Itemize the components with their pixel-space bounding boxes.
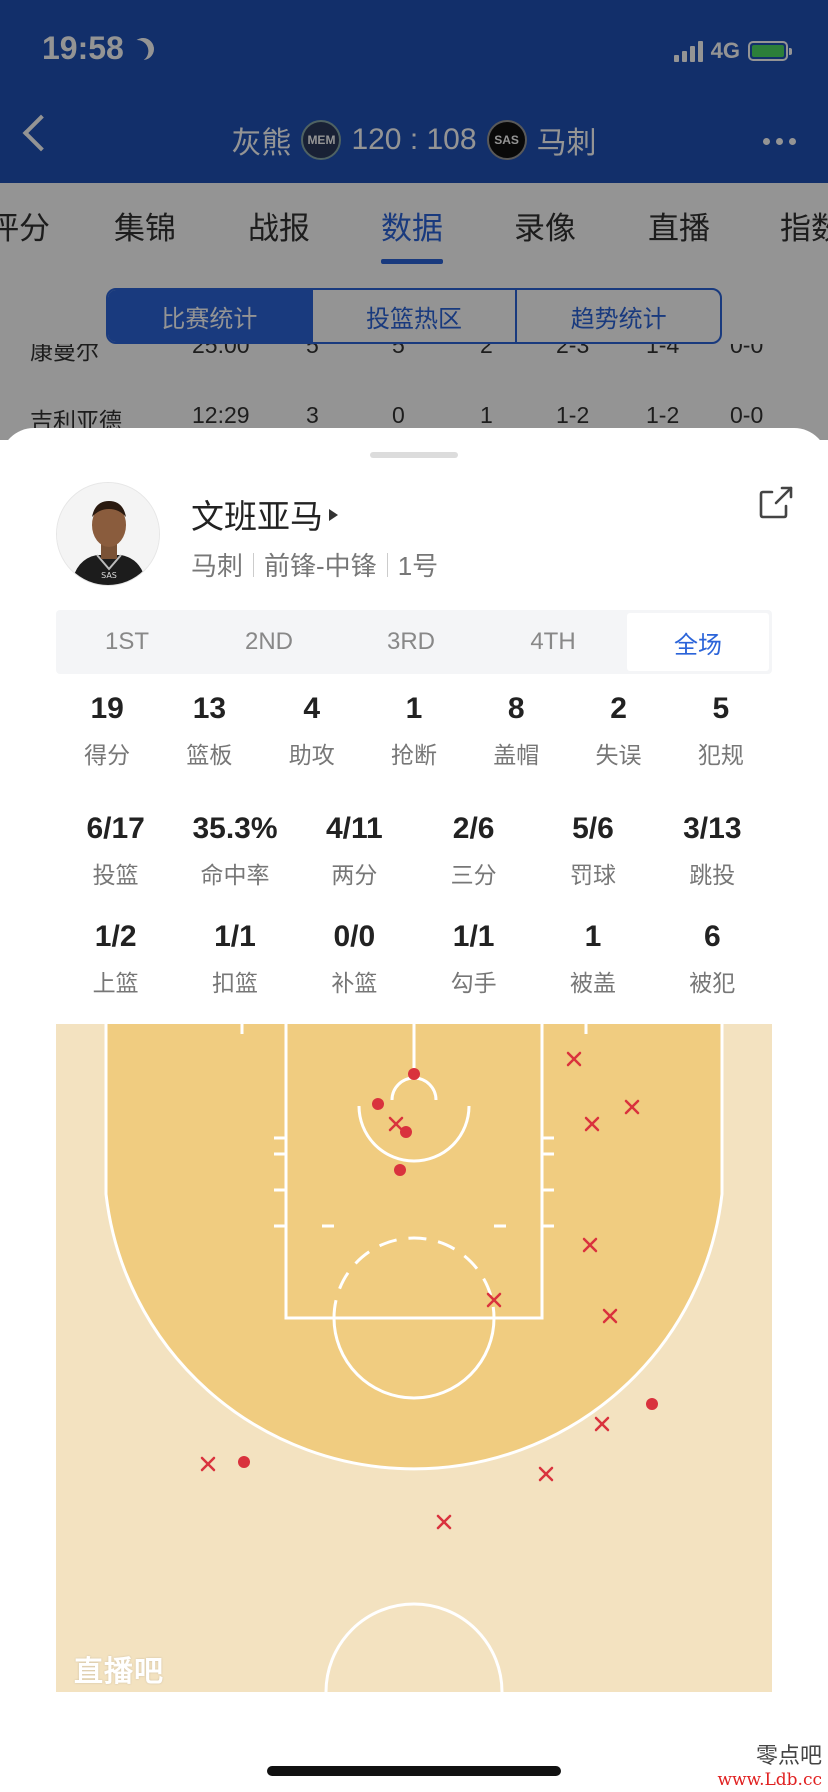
site-watermark: 零点吧 www.Ldb.cc [717,1738,822,1790]
stat-label: 投篮 [92,862,139,888]
stat-value: 1/2 [94,920,137,953]
stat-fg: 6/17 投篮 [56,812,175,890]
stat-label: 被盖 [569,970,616,996]
stat-value: 6 [703,920,721,953]
stat-label: 跳投 [689,862,736,888]
shot-chart-court [56,1024,772,1692]
period-2nd[interactable]: 2ND [198,610,340,674]
player-photo-icon: SAS [57,483,159,585]
period-3rd[interactable]: 3RD [340,610,482,674]
svg-text:SAS: SAS [101,571,117,580]
stat-label: 篮板 [186,742,233,768]
stat-label: 失误 [595,742,642,768]
player-team: 马刺 [191,551,244,581]
stat-label: 助攻 [288,742,335,768]
player-avatar: SAS [56,482,160,586]
background-app: 19:58 4G 灰熊 MEM 120 : 108 SAS 马刺 评分 集锦 战… [0,0,828,440]
stat-value: 19 [90,692,124,725]
stat-value: 1 [405,692,423,725]
stat-value: 35.3% [192,812,278,845]
divider [386,552,388,577]
stat-value: 1 [584,920,602,953]
stat-value: 0/0 [333,920,376,953]
stats-row-main: 19 得分 13 篮板 4 助攻 1 抢断 8 盖帽 2 失误 5 犯规 [56,692,772,770]
stat-dunk: 1/1 扣篮 [175,920,294,998]
stat-hook: 1/1 勾手 [414,920,533,998]
stat-points: 19 得分 [56,692,158,770]
caret-right-icon [329,509,338,521]
stat-steals: 1 抢断 [363,692,465,770]
stat-label: 抢断 [390,742,437,768]
player-number: 1号 [397,551,439,581]
made-shot [400,1126,412,1138]
stat-label: 勾手 [450,970,497,996]
made-shot [372,1098,384,1110]
stat-value: 2/6 [452,812,495,845]
stat-value: 5 [712,692,730,725]
stat-label: 得分 [84,742,131,768]
made-shot [238,1456,250,1468]
stat-putback: 0/0 补篮 [295,920,414,998]
stat-turnovers: 2 失误 [567,692,669,770]
period-full-game[interactable]: 全场 [627,613,769,671]
stats-row-shooting: 6/17 投篮 35.3% 命中率 4/11 两分 2/6 三分 5/6 罚球 3/13 跳… [56,812,772,890]
stats-row-shot-types: 1/2 上篮 1/1 扣篮 0/0 补篮 1/1 勾手 1 被盖 6 被犯 [56,920,772,998]
stat-label: 命中率 [200,862,270,888]
made-shot [408,1068,420,1080]
stat-rebounds: 13 篮板 [158,692,260,770]
stat-label: 扣篮 [211,970,258,996]
court-watermark: 直播吧 [74,1656,165,1688]
stat-layup: 1/2 上篮 [56,920,175,998]
stat-value: 1/1 [214,920,256,953]
stat-fouled: 6 被犯 [653,920,772,998]
stat-blocked: 1 被盖 [533,920,652,998]
stat-label: 犯规 [697,742,744,768]
player-name[interactable]: 文班亚马 [191,490,338,538]
made-shot [646,1398,658,1410]
stat-label: 上篮 [92,970,139,996]
player-position: 前锋-中锋 [264,551,377,581]
site-watermark-title: 零点吧 [755,1744,822,1769]
share-icon[interactable] [758,484,794,520]
stat-label: 盖帽 [493,742,540,768]
stat-label: 被犯 [689,970,736,996]
stat-3pt: 2/6 三分 [414,812,533,890]
stat-value: 4/11 [325,812,383,845]
stat-value: 6/17 [86,812,145,845]
sheet-grabber[interactable] [370,452,458,458]
stat-value: 3/13 [683,812,742,845]
stat-value: 1/1 [452,920,495,953]
stat-value: 13 [192,692,227,725]
stat-label: 三分 [450,862,497,888]
stat-jumpshot: 3/13 跳投 [653,812,772,890]
stat-label: 两分 [331,862,378,888]
stat-value: 4 [303,692,321,725]
stat-blocks: 8 盖帽 [465,692,567,770]
stat-assists: 4 助攻 [261,692,363,770]
player-sheet: SAS 文班亚马 马刺 前锋-中锋 1号 1ST 2ND 3RD 4TH 全场 … [0,428,828,1792]
player-meta: 马刺 前锋-中锋 1号 [191,546,438,583]
stat-ft: 5/6 罚球 [533,812,652,890]
period-4th[interactable]: 4TH [482,610,624,674]
home-indicator[interactable] [267,1766,561,1776]
stat-label: 补篮 [331,970,378,996]
dim-overlay[interactable] [0,0,828,440]
site-watermark-url: www.Ldb.cc [717,1770,822,1790]
stat-value: 2 [610,692,627,725]
player-name-text: 文班亚马 [191,498,323,535]
stat-value: 8 [507,692,525,725]
period-1st[interactable]: 1ST [56,610,198,674]
stat-value: 5/6 [572,812,614,845]
divider [253,552,255,577]
stat-label: 罚球 [569,862,616,888]
period-selector: 1ST 2ND 3RD 4TH 全场 [56,610,772,674]
made-shot [394,1164,406,1176]
stat-2pt: 4/11 两分 [295,812,414,890]
stat-fg-pct: 35.3% 命中率 [175,812,294,890]
stat-fouls: 5 犯规 [670,692,772,770]
